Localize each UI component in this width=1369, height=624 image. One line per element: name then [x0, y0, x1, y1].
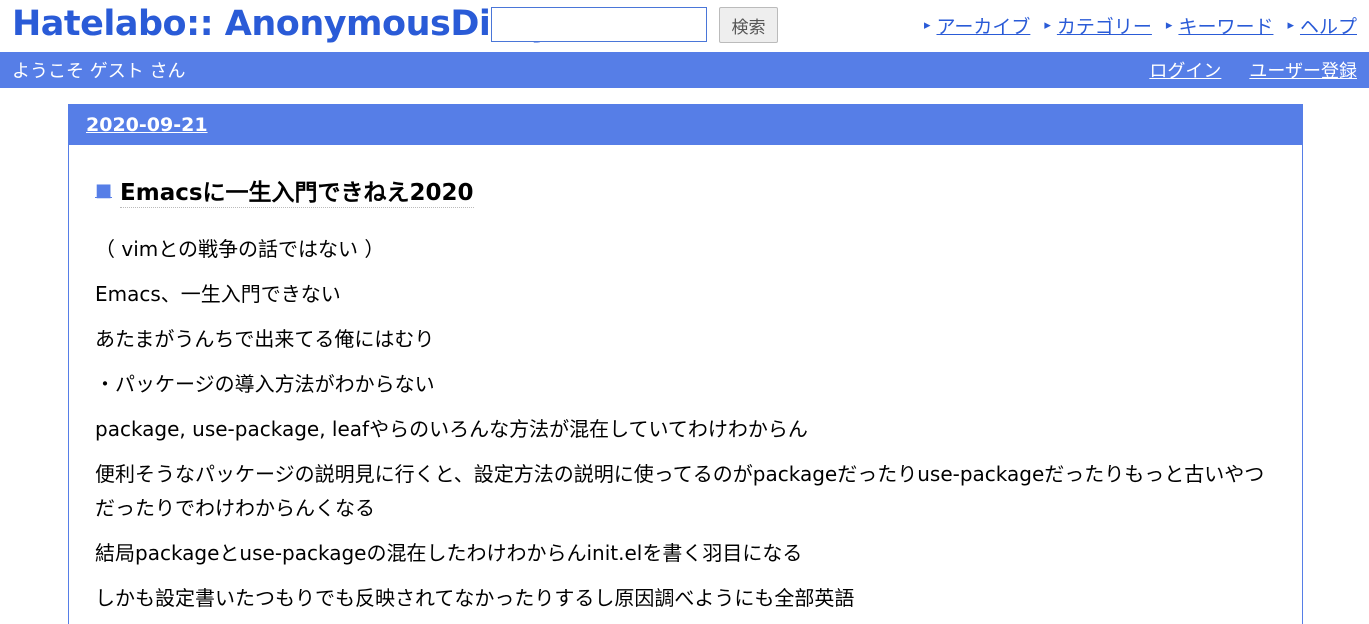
search-button[interactable]: 検索 [719, 7, 778, 43]
global-nav: ▸︎ アーカイブ ▸︎ カテゴリー ▸︎ キーワード ▸︎ ヘルプ [924, 12, 1357, 39]
login-link[interactable]: ログイン [1149, 57, 1221, 83]
nav-link-keyword[interactable]: キーワード [1178, 12, 1273, 39]
paragraph-4: ・パッケージの導入方法がわからない [95, 372, 435, 396]
search-input[interactable] [491, 7, 707, 42]
nav-link-help[interactable]: ヘルプ [1300, 12, 1357, 39]
user-links: ログイン ユーザー登録 [1149, 57, 1357, 83]
entry-title-text: Emacsに一生入門できねえ2020 [120, 173, 474, 208]
paragraph-2: Emacs、一生入門できない [95, 282, 341, 306]
nav-link-category[interactable]: カテゴリー [1057, 12, 1152, 39]
chevron-right-icon: ▸︎ [1287, 18, 1294, 33]
chevron-right-icon: ▸︎ [1165, 18, 1173, 33]
nav-item-archive[interactable]: ▸︎ アーカイブ [924, 12, 1030, 39]
entry-section: ■ Emacsに一生入門できねえ2020 （ vimとの戦争の話ではない ） E… [69, 173, 1302, 615]
user-bar: ようこそ ゲスト さん ログイン ユーザー登録 [0, 52, 1369, 88]
site-logo[interactable]: Hatelabo:: AnonymousDiary [12, 4, 553, 44]
paragraph-5: package, use-package, leafやらのいろんな方法が混在して… [95, 417, 808, 441]
register-link[interactable]: ユーザー登録 [1249, 57, 1357, 83]
square-bullet-icon[interactable]: ■ [95, 180, 112, 201]
welcome-text: ようこそ ゲスト さん [12, 61, 186, 82]
paragraph-3: あたまがうんちで出来てる俺にはむり [95, 327, 435, 351]
nav-item-category[interactable]: ▸︎ カテゴリー [1044, 12, 1152, 39]
site-header: Hatelabo:: AnonymousDiary 検索 ▸︎ アーカイブ ▸︎… [0, 0, 1369, 52]
paragraph-1: （ vimとの戦争の話ではない ） [95, 237, 385, 261]
day-section: 2020-09-21 ■ Emacsに一生入門できねえ2020 （ vimとの戦… [68, 104, 1303, 624]
date-link[interactable]: 2020-09-21 [86, 114, 208, 136]
paragraph-8: しかも設定書いたつもりでも反映されてなかったりするし原因調べようにも全部英語 [95, 586, 855, 610]
nav-item-help[interactable]: ▸︎ ヘルプ [1287, 12, 1357, 39]
chevron-right-icon: ▸︎ [1044, 18, 1051, 33]
paragraph-7: 結局packageとuse-packageの混在したわけわからんinit.elを… [95, 541, 803, 565]
search-form: 検索 [491, 7, 778, 43]
chevron-right-icon: ▸︎ [923, 18, 931, 33]
day-header: 2020-09-21 [69, 105, 1302, 145]
entry-title: ■ Emacsに一生入門できねえ2020 [95, 173, 1276, 208]
paragraph-6: 便利そうなパッケージの説明見に行くと、設定方法の説明に使ってるのがpackage… [95, 462, 1265, 520]
nav-item-keyword[interactable]: ▸︎ キーワード [1166, 12, 1274, 39]
nav-link-archive[interactable]: アーカイブ [936, 12, 1030, 39]
